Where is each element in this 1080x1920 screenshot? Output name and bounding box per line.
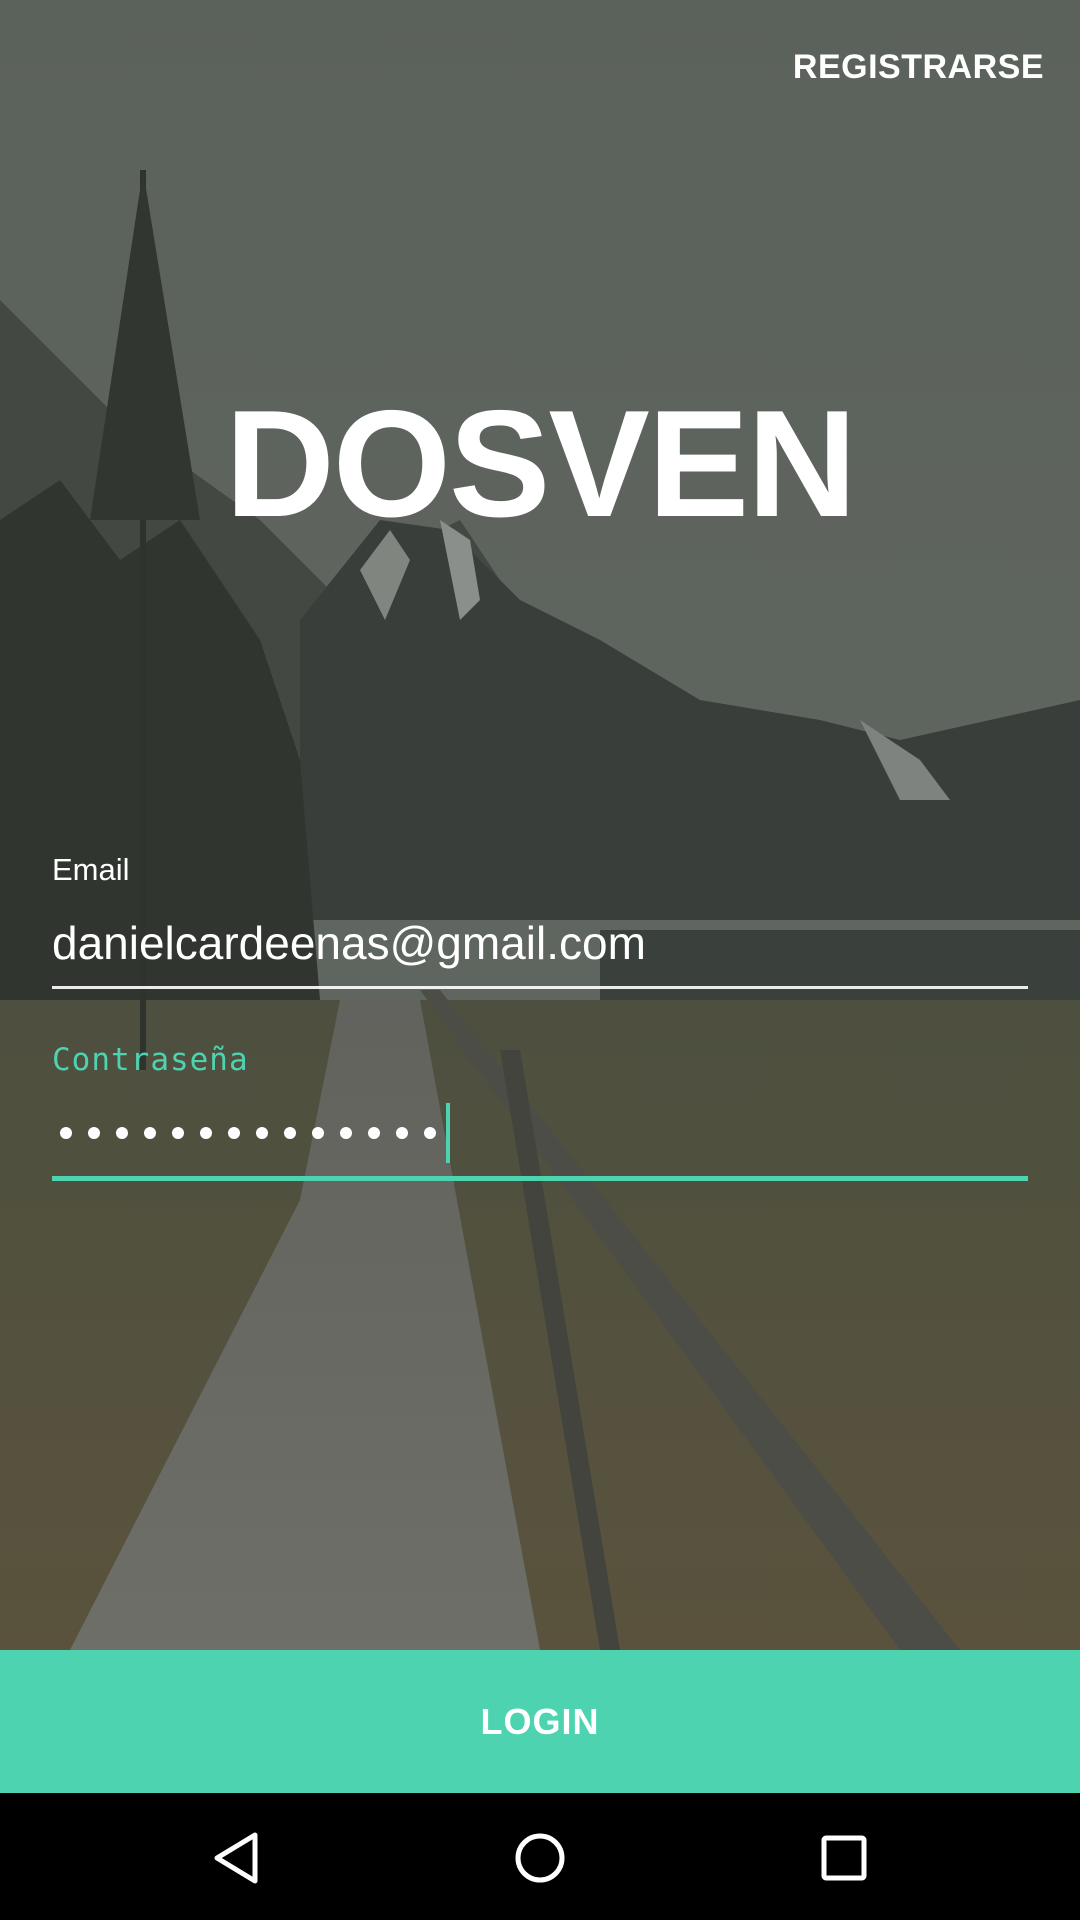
password-mask-dot <box>88 1127 100 1139</box>
text-caret <box>446 1103 450 1163</box>
password-mask-dot <box>172 1127 184 1139</box>
system-navigation-bar <box>0 1793 1080 1920</box>
password-mask-dot <box>284 1127 296 1139</box>
password-mask-dot <box>144 1127 156 1139</box>
password-underline <box>52 1176 1028 1181</box>
password-mask-dot <box>228 1127 240 1139</box>
background-dim-overlay <box>0 0 1080 1650</box>
password-field[interactable]: Contraseña <box>52 1042 1028 1181</box>
password-mask-dot <box>368 1127 380 1139</box>
home-icon[interactable] <box>500 1823 580 1893</box>
password-mask-dot <box>312 1127 324 1139</box>
email-field[interactable]: Email danielcardeenas@gmail.com <box>52 852 1028 989</box>
back-icon[interactable] <box>196 1823 276 1893</box>
register-button[interactable]: REGISTRARSE <box>789 40 1048 95</box>
email-input[interactable]: danielcardeenas@gmail.com <box>52 912 1028 974</box>
password-mask-dot <box>116 1127 128 1139</box>
password-mask-dot <box>396 1127 408 1139</box>
email-label: Email <box>52 852 130 887</box>
recents-icon[interactable] <box>804 1823 884 1893</box>
password-label: Contraseña <box>52 1042 249 1078</box>
password-mask-dot <box>60 1127 72 1139</box>
password-mask <box>52 1102 1028 1164</box>
password-mask-dot <box>256 1127 268 1139</box>
app-logo-text: DOSVEN <box>225 379 857 549</box>
password-mask-dot <box>340 1127 352 1139</box>
email-underline <box>52 986 1028 989</box>
password-mask-dot <box>424 1127 436 1139</box>
login-button[interactable]: LOGIN <box>0 1650 1080 1793</box>
password-input[interactable] <box>52 1102 1028 1164</box>
password-mask-dot <box>200 1127 212 1139</box>
